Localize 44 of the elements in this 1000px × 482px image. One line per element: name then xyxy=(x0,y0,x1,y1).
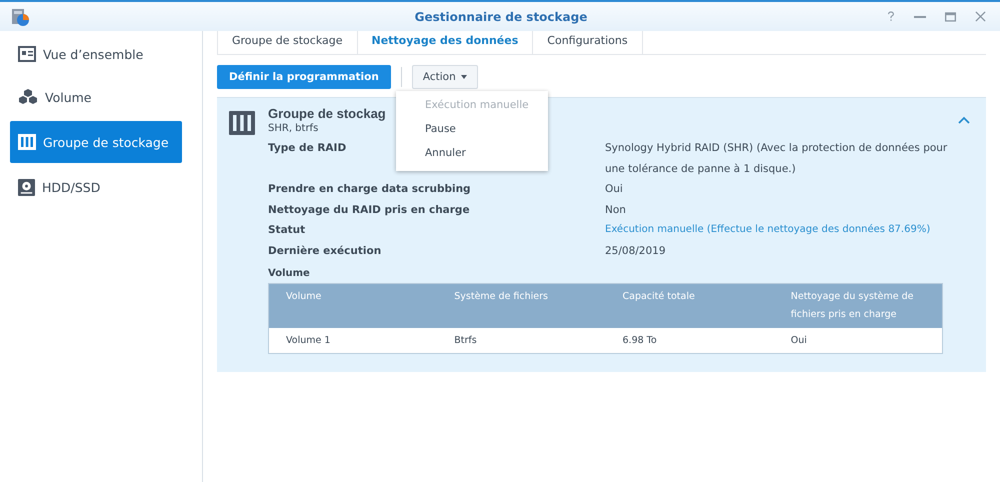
property-label: Prendre en charge data scrubbing xyxy=(268,182,471,197)
tab[interactable]: Nettoyage des données xyxy=(356,30,532,54)
menu-item[interactable]: Annuler xyxy=(396,143,548,167)
column-header: Système de fichiers xyxy=(453,290,550,304)
column-header: Nettoyage du système de fichiers pris en charge xyxy=(790,290,914,322)
property-label: Statut xyxy=(268,223,306,238)
cubes-icon xyxy=(18,88,38,106)
property-value: 25/08/2019 xyxy=(605,244,666,258)
column-header: Capacité totale xyxy=(622,290,696,304)
property-value: Synology Hybrid RAID (SHR) (Avec la protection de données pour une tolérance de panne à 1 disque.) xyxy=(605,141,948,176)
id-card-icon xyxy=(18,46,36,62)
sidebar-item[interactable]: Vue d’ensemble xyxy=(10,35,182,73)
sidebar-item[interactable]: Groupe de stockage xyxy=(10,121,182,163)
table-cell-text: Volume 1 xyxy=(285,335,332,346)
storage-pool-icon xyxy=(18,134,36,150)
property-value: Non xyxy=(605,202,626,218)
property-label: Dernière exécution xyxy=(268,244,382,258)
minimize-icon[interactable] xyxy=(914,16,926,18)
table-cell-text: 6.98 To xyxy=(622,335,658,346)
table-cell-text: Oui xyxy=(790,335,808,346)
property-value: Oui xyxy=(605,182,623,197)
menu-item[interactable]: Pause xyxy=(396,119,548,143)
window-title: Gestionnaire de stockage xyxy=(414,10,588,24)
column-header: Volume xyxy=(285,290,322,304)
schedule-button[interactable]: Définir la programmation xyxy=(217,65,391,89)
table-cell-text: Btrfs xyxy=(453,335,478,346)
property-value: Exécution manuelle (Effectue le nettoyage des données 87.69%) xyxy=(605,223,930,237)
panel-title: Groupe de stockag xyxy=(268,106,386,121)
caret-icon xyxy=(460,75,467,79)
property-label: Nettoyage du RAID pris en charge xyxy=(268,202,470,218)
close-icon[interactable] xyxy=(975,11,986,22)
app-logo-icon xyxy=(10,6,30,26)
tab[interactable]: Groupe de stockage xyxy=(217,30,356,54)
maximize-icon[interactable] xyxy=(945,12,956,22)
help-icon[interactable] xyxy=(887,11,895,22)
section-title: Volume xyxy=(268,268,311,279)
collapse-icon[interactable] xyxy=(958,116,970,124)
panel-subtitle: SHR, btrfs xyxy=(268,123,320,134)
sidebar-item[interactable]: Volume xyxy=(10,78,182,116)
action-button[interactable]: Action xyxy=(412,65,478,89)
tab[interactable]: Configurations xyxy=(532,30,643,54)
sidebar-item[interactable]: HDD/SSD xyxy=(10,168,182,206)
storage-pool-icon xyxy=(229,111,255,135)
property-label: Type de RAID xyxy=(268,141,346,156)
